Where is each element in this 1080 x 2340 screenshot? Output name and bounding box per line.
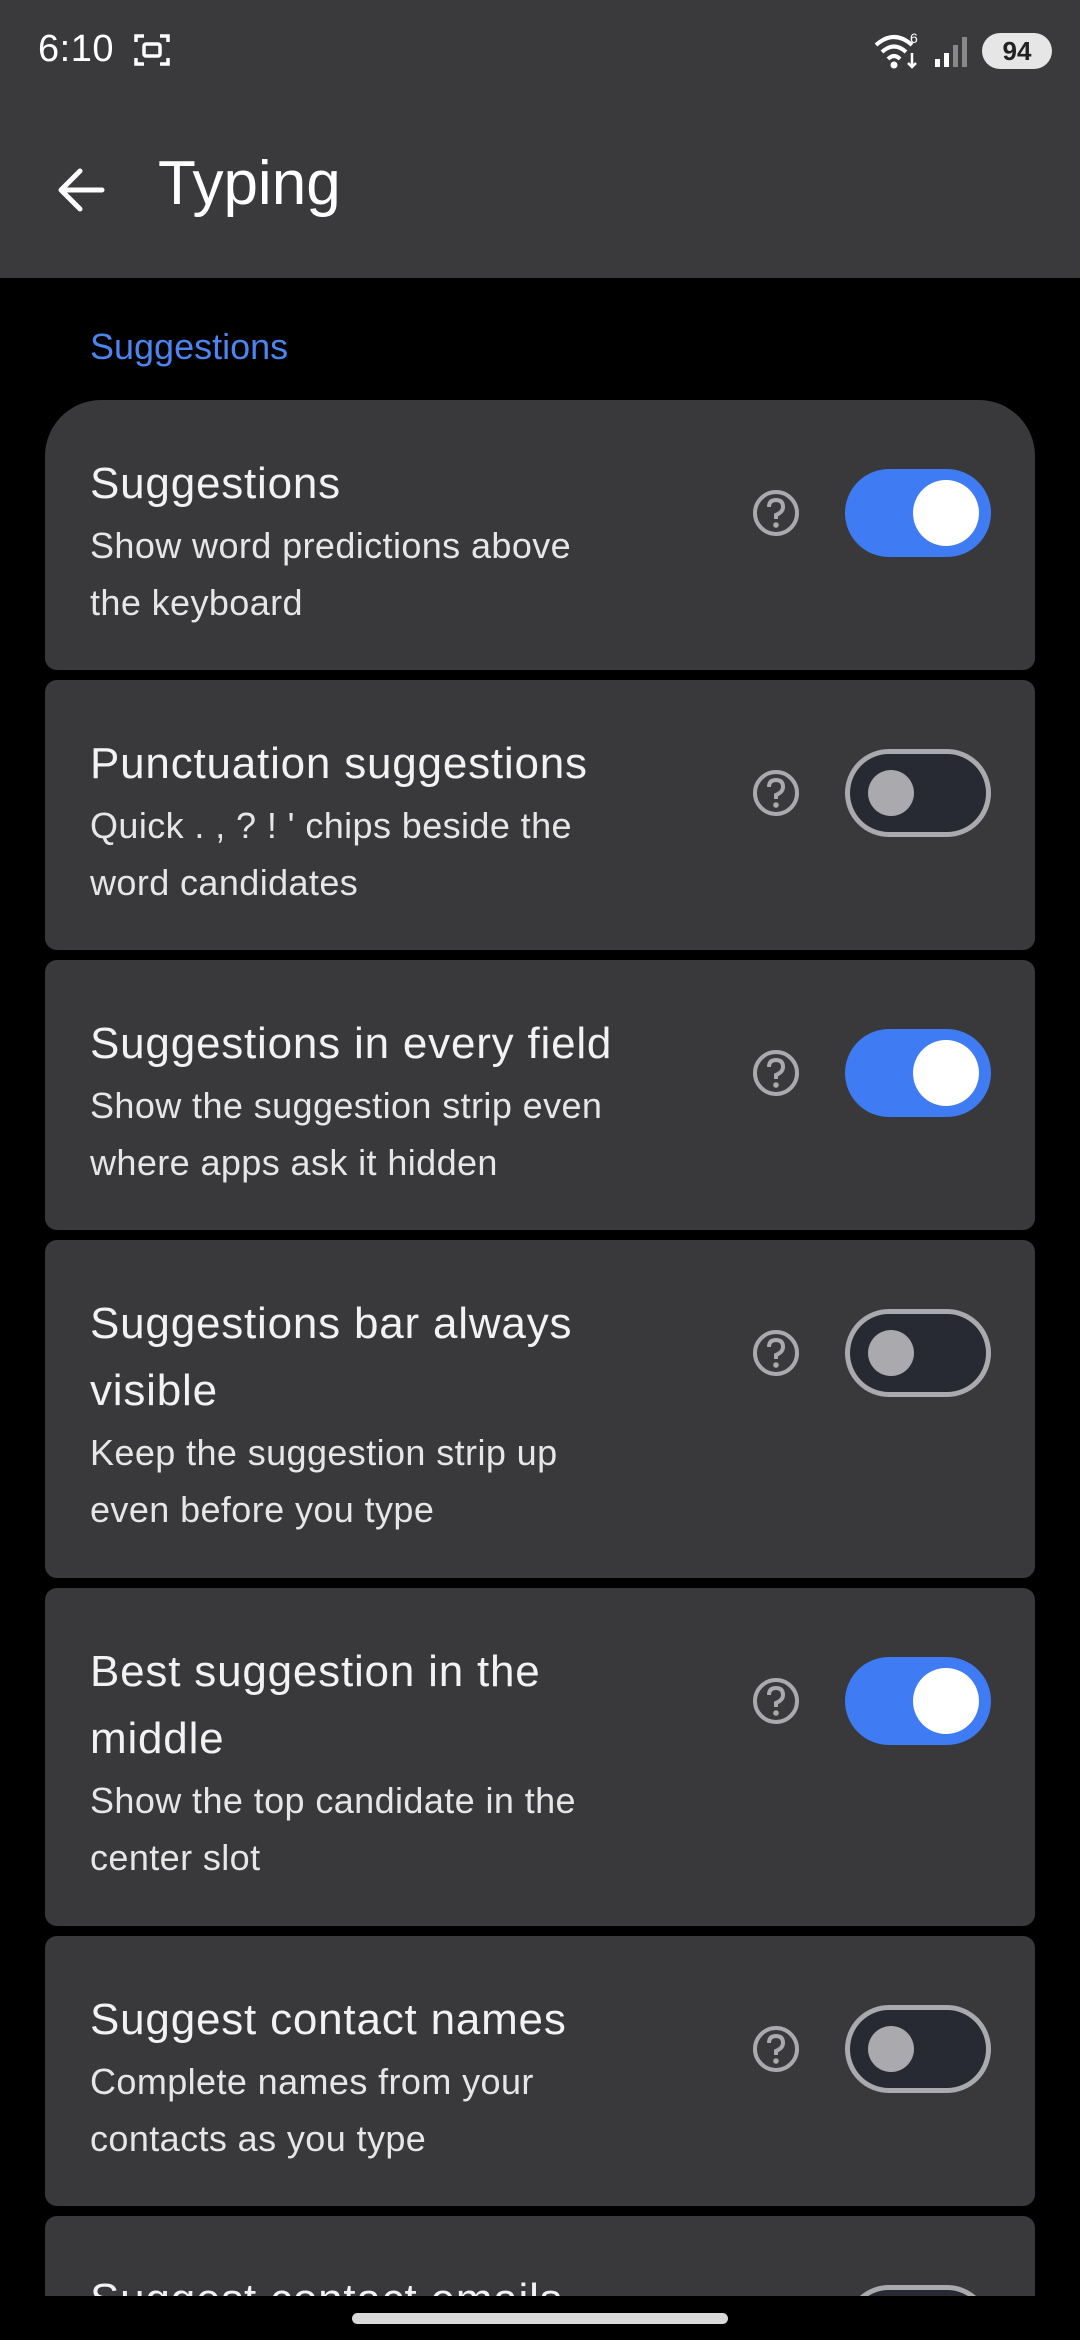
setting-punctuation-suggestions[interactable]: Punctuation suggestions Quick . , ? ! ' … — [45, 680, 1035, 950]
setting-subtitle: Show word predictions above — [90, 525, 572, 566]
toggle-thumb — [913, 1668, 979, 1734]
toggle-thumb — [913, 1040, 979, 1106]
best-suggestion-middle-toggle[interactable] — [845, 1657, 991, 1745]
help-icon[interactable] — [751, 488, 801, 538]
help-icon[interactable] — [751, 1048, 801, 1098]
help-icon[interactable] — [751, 768, 801, 818]
suggestions-toggle[interactable] — [845, 469, 991, 557]
setting-subtitle: center slot — [90, 1837, 261, 1878]
setting-title: Punctuation suggestions — [90, 739, 588, 788]
setting-text: Best suggestion in the middle Show the t… — [90, 1638, 700, 1886]
network-badge: 6 — [910, 31, 918, 46]
status-time: 6:10 — [38, 28, 114, 70]
setting-title: Suggestions — [90, 459, 341, 508]
setting-title: Suggestions bar always — [90, 1299, 573, 1348]
setting-text: Punctuation suggestions Quick . , ? ! ' … — [90, 730, 700, 911]
setting-title: middle — [90, 1714, 225, 1763]
page-title: Typing — [158, 149, 341, 218]
app-bar: Typing — [0, 100, 1080, 278]
setting-suggest-contact-emails[interactable]: Suggest contact emails — [45, 2216, 1035, 2296]
wifi-icon: 6 — [874, 31, 918, 69]
setting-subtitle: Show the suggestion strip even — [90, 1085, 603, 1126]
signal-icon — [935, 37, 967, 67]
suggest-contact-names-toggle[interactable] — [845, 2005, 991, 2093]
arrow-back-icon — [58, 168, 105, 212]
home-indicator[interactable] — [352, 2313, 728, 2324]
suggestions-bar-always-visible-toggle[interactable] — [845, 1309, 991, 1397]
setting-suggestions[interactable]: Suggestions Show word predictions above … — [45, 400, 1035, 670]
setting-text: Suggestions bar always visible Keep the … — [90, 1290, 700, 1538]
setting-text: Suggestions in every field Show the sugg… — [90, 1010, 700, 1191]
setting-suggestions-every-field[interactable]: Suggestions in every field Show the sugg… — [45, 960, 1035, 1230]
punctuation-suggestions-toggle[interactable] — [845, 749, 991, 837]
settings-list: Suggestions Show word predictions above … — [45, 400, 1035, 2306]
setting-subtitle: contacts as you type — [90, 2118, 427, 2159]
toggle-thumb — [868, 1330, 914, 1376]
setting-title: Suggest contact emails — [90, 2266, 700, 2296]
setting-text: Suggest contact names Complete names fro… — [90, 1986, 700, 2167]
setting-subtitle: the keyboard — [90, 582, 303, 623]
setting-title: visible — [90, 1366, 218, 1415]
help-icon[interactable] — [751, 2024, 801, 2074]
setting-subtitle: Quick . , ? ! ' chips beside the — [90, 805, 572, 846]
setting-subtitle: Show the top candidate in the — [90, 1780, 576, 1821]
setting-subtitle: where apps ask it hidden — [90, 1142, 498, 1183]
suggest-contact-emails-toggle[interactable] — [845, 2285, 991, 2296]
section-header: Suggestions — [90, 326, 289, 367]
setting-suggestions-bar-always-visible[interactable]: Suggestions bar always visible Keep the … — [45, 1240, 1035, 1578]
setting-subtitle: word candidates — [90, 862, 359, 903]
setting-subtitle: Keep the suggestion strip up — [90, 1432, 558, 1473]
toggle-thumb — [913, 480, 979, 546]
screenshot-icon — [134, 34, 170, 66]
help-icon[interactable] — [751, 1328, 801, 1378]
setting-text: Suggest contact emails — [90, 2266, 700, 2296]
setting-best-suggestion-middle[interactable]: Best suggestion in the middle Show the t… — [45, 1588, 1035, 1926]
setting-title: Suggestions in every field — [90, 1019, 613, 1068]
battery-icon: 94 — [982, 33, 1052, 69]
setting-text: Suggestions Show word predictions above … — [90, 450, 700, 631]
suggestions-every-field-toggle[interactable] — [845, 1029, 991, 1117]
setting-subtitle: even before you type — [90, 1489, 435, 1530]
setting-subtitle: Complete names from your — [90, 2061, 534, 2102]
help-icon[interactable] — [751, 1676, 801, 1726]
toggle-thumb — [868, 2026, 914, 2072]
status-bar: 6:10 6 94 — [0, 0, 1080, 100]
setting-title: Best suggestion in the — [90, 1647, 541, 1696]
setting-title: Suggest contact names — [90, 1995, 567, 2044]
setting-suggest-contact-names[interactable]: Suggest contact names Complete names fro… — [45, 1936, 1035, 2206]
back-button[interactable] — [40, 150, 120, 230]
toggle-thumb — [868, 770, 914, 816]
